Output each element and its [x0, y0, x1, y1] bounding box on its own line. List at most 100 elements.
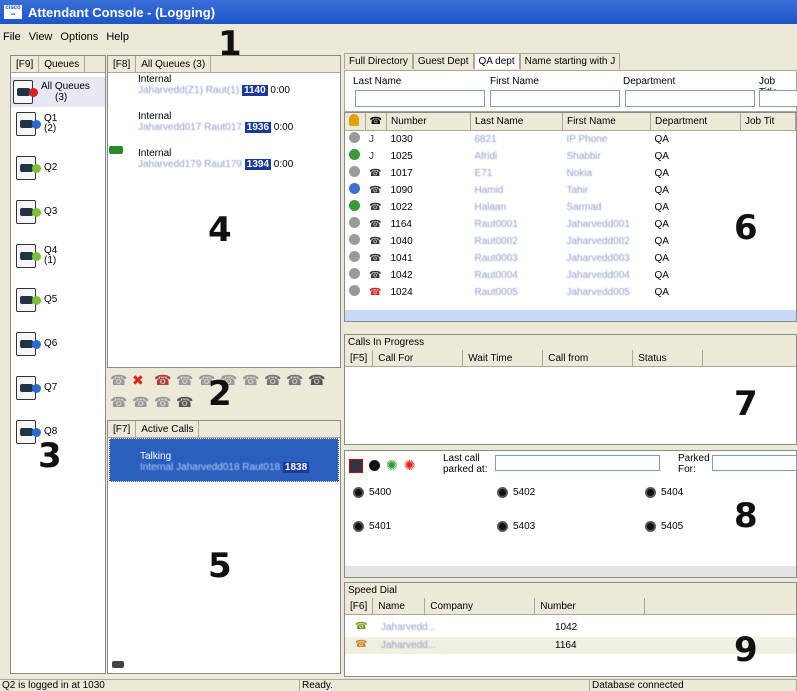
- queue-item-q6[interactable]: Q6: [14, 331, 57, 357]
- speed-dial-pane: Speed Dial [F6] Name Company Number ☎ Jah…: [344, 582, 797, 677]
- directory-tabs: Full Directory Guest Dept QA dept Name s…: [344, 53, 621, 69]
- park-slot[interactable]: 5402: [497, 487, 535, 498]
- annotation-number: 4: [208, 210, 232, 250]
- device-icon: ☎: [369, 235, 382, 247]
- active-call-item[interactable]: Talking Internal Jaharvedd018 Raut018 18…: [109, 438, 339, 482]
- queue-item-q7[interactable]: Q7: [14, 375, 57, 401]
- presence-col-icon[interactable]: [345, 113, 366, 131]
- first-name-filter[interactable]: [490, 90, 620, 107]
- tab-qa-dept[interactable]: QA dept: [473, 53, 520, 69]
- queue-item-q3[interactable]: Q3: [14, 199, 57, 225]
- directory-row[interactable]: ☎ 1041 Raut0003 Jaharvedd003 QA: [345, 250, 796, 267]
- device-icon: ☎: [369, 252, 382, 264]
- tab-guest-dept[interactable]: Guest Dept: [412, 53, 474, 69]
- directory-row[interactable]: ☎ 1024 Raut0005 Jaharvedd005 QA: [345, 284, 796, 301]
- park-slot-icon: [645, 521, 656, 532]
- parked-for-field[interactable]: [712, 455, 797, 471]
- tab-full-directory[interactable]: Full Directory: [344, 53, 413, 69]
- tab-name-starting-j[interactable]: Name starting with J: [519, 53, 621, 69]
- menu-options[interactable]: Options: [60, 31, 98, 47]
- park-slot[interactable]: 5401: [353, 521, 391, 532]
- title-bar: cisco ▪▪ Attendant Console - (Logging): [0, 0, 797, 24]
- directory-row[interactable]: ☎ 1164 Raut0001 Jaharvedd001 QA: [345, 216, 796, 233]
- device-col-icon[interactable]: ☎: [365, 113, 387, 131]
- green-park-icon[interactable]: ✺: [386, 457, 398, 474]
- queue-call-item[interactable]: Internal Jaharvedd017 Raut017 1936 0:00: [138, 111, 293, 133]
- queue-icon: [14, 155, 42, 181]
- speed-dial-row[interactable]: ☎ Jaharvedd... 1164: [345, 637, 796, 654]
- annotation-number: 5: [208, 546, 232, 586]
- job-title-filter[interactable]: [759, 90, 797, 107]
- park-icon[interactable]: [349, 458, 363, 473]
- annotation-number: 2: [208, 374, 232, 414]
- directory-row[interactable]: ☎ 1040 Raut0002 Jaharvedd002 QA: [345, 233, 796, 250]
- queue-item-all[interactable]: All Queues (3): [11, 77, 105, 107]
- park-slot[interactable]: 5400: [353, 487, 391, 498]
- answer-icon[interactable]: ☎: [110, 372, 127, 389]
- annotation-number: 6: [734, 208, 758, 248]
- department-filter[interactable]: [625, 90, 755, 107]
- all-queues-icon: [11, 79, 39, 105]
- park-slot-icon: [353, 487, 364, 498]
- speed-dial-row[interactable]: ☎ Jaharvedd... 1042: [345, 619, 796, 636]
- queue-icon: [14, 111, 42, 137]
- presence-status-icon: [349, 234, 360, 245]
- queues-header: [F9] Queues: [11, 56, 105, 73]
- menu-help[interactable]: Help: [106, 31, 129, 47]
- device-icon: ☎: [369, 286, 382, 298]
- directory-row[interactable]: ☎ 1090 Hamid Tahir QA: [345, 182, 796, 199]
- forward-icon[interactable]: ☎: [110, 394, 127, 411]
- conference-icon[interactable]: ☎: [264, 372, 281, 389]
- status-bar: Q2 is logged in at 1030 Ready. Database …: [0, 679, 797, 691]
- pickup-icon[interactable]: ☎: [154, 394, 171, 411]
- park-slot[interactable]: 5405: [645, 521, 683, 532]
- directory-row[interactable]: J 1025 Afridi Shabbir QA: [345, 148, 796, 165]
- directory-row[interactable]: ☎ 1022 Halaan Sarmad QA: [345, 199, 796, 216]
- park-all-icon[interactable]: [369, 460, 380, 471]
- menu-view[interactable]: View: [29, 31, 53, 47]
- drop-icon[interactable]: ✖: [132, 372, 144, 389]
- consult-icon[interactable]: ☎: [242, 372, 259, 389]
- park-slot[interactable]: 5403: [497, 521, 535, 532]
- col-first-name[interactable]: First Name: [562, 113, 651, 131]
- queue-item-q5[interactable]: Q5: [14, 287, 57, 313]
- park-toolbar: ✺ ✺: [349, 457, 415, 474]
- retrieve-icon[interactable]: ☎: [176, 372, 193, 389]
- queue-call-item[interactable]: Internal Jaharvedd179 Raut179 1394 0:00: [138, 148, 293, 170]
- last-name-filter[interactable]: [355, 90, 485, 107]
- presence-status-icon: [349, 132, 360, 144]
- park-scrollbar[interactable]: [345, 566, 796, 577]
- queue-item-q1[interactable]: Q1 (2): [14, 111, 57, 137]
- device-icon: ☎: [369, 218, 382, 230]
- queue-item-q2[interactable]: Q2: [14, 155, 57, 181]
- menu-file[interactable]: File: [3, 31, 21, 47]
- park-pane: ✺ ✺ Last call parked at: Parked For: 540…: [344, 450, 797, 578]
- park-slot[interactable]: 5404: [645, 487, 683, 498]
- col-department[interactable]: Department: [650, 113, 741, 131]
- directory-row[interactable]: J 1030 6821 IP Phone QA: [345, 131, 796, 148]
- directory-row[interactable]: ☎ 1042 Raut0004 Jaharvedd004 QA: [345, 267, 796, 284]
- page-icon[interactable]: ☎: [176, 394, 193, 411]
- card-icon[interactable]: ☎: [308, 372, 325, 389]
- last-parked-field[interactable]: [495, 455, 660, 471]
- park-slot-icon: [645, 487, 656, 498]
- queue-item-q4[interactable]: Q4 (1): [14, 243, 57, 269]
- directory-grid: ☎ Number Last Name First Name Department…: [344, 112, 797, 322]
- park-slot-icon: [497, 487, 508, 498]
- presence-status-icon: [349, 200, 360, 211]
- presence-status-icon: [349, 166, 360, 177]
- park-call-icon[interactable]: ☎: [132, 394, 149, 411]
- device-icon: J: [369, 150, 374, 162]
- col-job-title[interactable]: Job Tit: [740, 113, 796, 131]
- join-icon[interactable]: ☎: [286, 372, 303, 389]
- col-last-name[interactable]: Last Name: [470, 113, 563, 131]
- directory-scrollbar[interactable]: [345, 310, 796, 321]
- queue-call-item[interactable]: Internal Jaharvedd(Z1) Raut(1) 1140 0:00: [138, 74, 290, 96]
- annotation-number: 7: [734, 384, 758, 424]
- menu-bar: File View Options Help: [0, 31, 129, 47]
- directory-row[interactable]: ☎ 1017 E71 Nokia QA: [345, 165, 796, 182]
- col-number[interactable]: Number: [386, 113, 471, 131]
- status-login: Q2 is logged in at 1030: [0, 680, 300, 691]
- hold-icon[interactable]: ☎: [154, 372, 171, 389]
- red-park-icon[interactable]: ✺: [404, 457, 416, 474]
